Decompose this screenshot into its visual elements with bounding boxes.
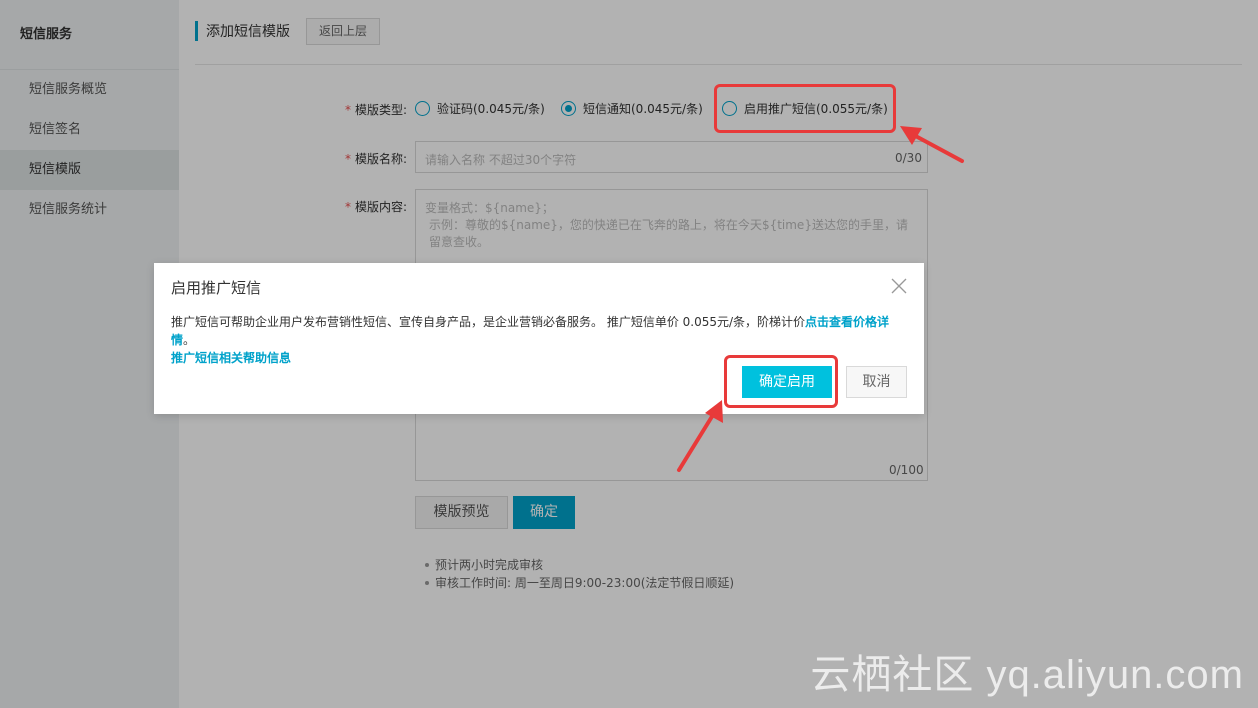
arrow-to-promotion-radio [900,126,964,163]
annotation-arrows [677,126,964,472]
arrow-to-enable-button [677,400,723,472]
watermark: 云栖社区 yq.aliyun.com [810,653,1244,697]
